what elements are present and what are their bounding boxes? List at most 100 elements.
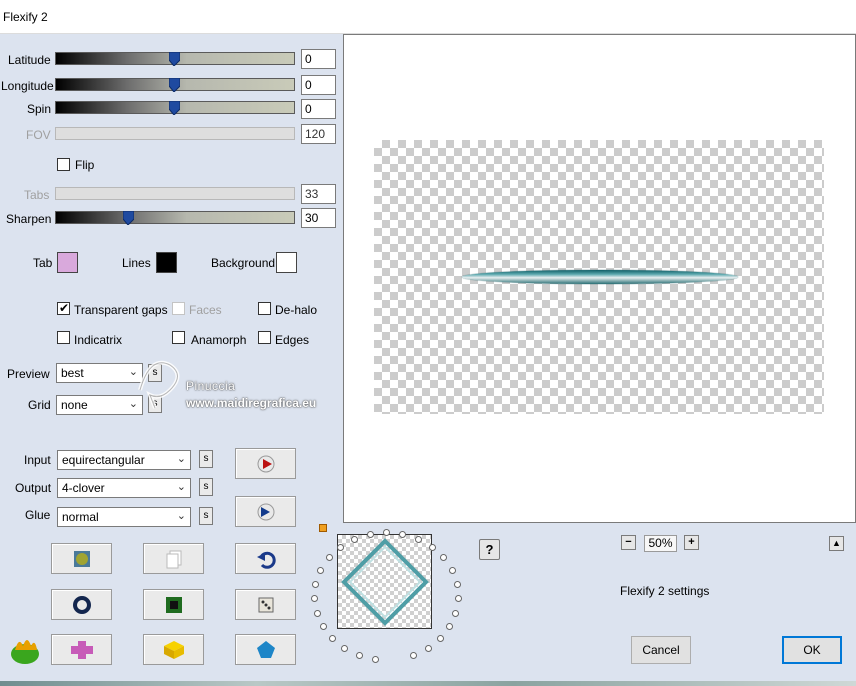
checkmark-icon: ✔ (59, 301, 70, 315)
sharpen-label: Sharpen (6, 212, 52, 226)
longitude-input[interactable]: 0 (301, 75, 336, 95)
frame-icon (165, 596, 182, 613)
latitude-input[interactable]: 0 (301, 49, 336, 69)
dice-blue-icon (257, 503, 274, 520)
dial-dot[interactable] (351, 535, 359, 543)
cross-button[interactable] (51, 634, 112, 665)
latitude-label: Latitude (8, 53, 51, 67)
random-input-button[interactable] (235, 448, 296, 479)
spin-slider[interactable] (55, 101, 295, 115)
randomize-button[interactable] (235, 589, 296, 620)
dial-dot[interactable] (311, 595, 319, 603)
dial-dot[interactable] (325, 554, 333, 562)
chevron-down-icon: ⌄ (176, 453, 186, 465)
dial-dot[interactable] (329, 635, 337, 643)
spin-input[interactable]: 0 (301, 99, 336, 119)
title-bar: Flexify 2 (0, 0, 856, 34)
longitude-slider-thumb[interactable] (169, 78, 180, 92)
random-output-button[interactable] (235, 496, 296, 527)
dial-dot[interactable] (454, 595, 462, 603)
dial-dot[interactable] (355, 652, 363, 660)
fov-label: FOV (26, 128, 51, 142)
output-projection-dropdown[interactable]: 4-clover ⌄ (57, 478, 191, 498)
watermark-url: www.maidiregrafica.eu (186, 396, 317, 410)
ok-button[interactable]: OK (782, 636, 842, 664)
dial-dot[interactable] (366, 530, 374, 538)
flip-checkbox[interactable] (57, 158, 70, 171)
dial-dot[interactable] (410, 652, 418, 660)
output-label: Output (15, 481, 52, 495)
dial-dot[interactable] (383, 529, 390, 536)
input-projection-dropdown[interactable]: equirectangular ⌄ (57, 450, 191, 470)
dial-dot[interactable] (317, 566, 325, 574)
undo-button[interactable] (235, 543, 296, 574)
rotation-dial[interactable] (305, 525, 470, 670)
anamorph-label: Anamorph (191, 333, 247, 347)
sharpen-slider[interactable] (55, 211, 295, 225)
dial-dot[interactable] (399, 530, 407, 538)
latitude-slider-thumb[interactable] (169, 52, 180, 66)
dial-dot[interactable] (424, 645, 432, 653)
background-color-label: Background (211, 256, 276, 270)
de-halo-checkbox[interactable] (258, 302, 271, 315)
tabs-label: Tabs (24, 188, 50, 202)
dial-dot[interactable] (452, 609, 460, 617)
dial-dot[interactable] (313, 609, 321, 617)
cube-button[interactable] (143, 634, 204, 665)
longitude-slider[interactable] (55, 78, 295, 92)
edges-checkbox[interactable] (258, 331, 271, 344)
transparent-gaps-label: Transparent gaps (74, 303, 168, 317)
sharpen-slider-thumb[interactable] (123, 211, 134, 225)
ring-button[interactable] (51, 589, 112, 620)
lines-color-swatch[interactable] (156, 252, 177, 273)
dial-dot[interactable] (414, 535, 422, 543)
dial-dot[interactable] (312, 580, 320, 588)
input-s-button[interactable]: s (199, 450, 213, 468)
transparent-gaps-checkbox[interactable]: ✔ (57, 301, 70, 315)
indicatrix-checkbox[interactable] (57, 331, 70, 344)
cross-icon (70, 640, 93, 659)
tab-color-swatch[interactable] (57, 252, 78, 273)
dial-dot[interactable] (319, 623, 327, 631)
dial-dot[interactable] (428, 543, 436, 551)
pentagon-icon (256, 640, 275, 658)
chevron-down-icon: ⌄ (176, 510, 186, 522)
spin-slider-thumb[interactable] (169, 101, 180, 115)
dial-dot[interactable] (341, 645, 349, 653)
dial-dot[interactable] (440, 554, 448, 562)
latitude-slider[interactable] (55, 52, 295, 66)
apply-image-button[interactable] (51, 543, 112, 574)
glue-s-button[interactable]: s (199, 507, 213, 525)
dial-dot[interactable] (446, 623, 454, 631)
pentagon-button[interactable] (235, 634, 296, 665)
de-halo-label: De-halo (275, 303, 318, 317)
sharpen-input[interactable]: 30 (301, 208, 336, 228)
window-title: Flexify 2 (3, 10, 48, 24)
dial-dot[interactable] (371, 656, 379, 664)
dial-dot[interactable] (453, 580, 461, 588)
faces-checkbox (172, 302, 185, 315)
cancel-button[interactable]: Cancel (631, 636, 691, 664)
dial-dot[interactable] (436, 635, 444, 643)
dial-dot[interactable] (448, 566, 456, 574)
dial-dot[interactable] (337, 543, 345, 551)
longitude-label: Longitude (1, 79, 54, 93)
ring-icon (72, 595, 91, 614)
watermark-name: Pinuccia (186, 379, 236, 393)
frame-button[interactable] (143, 589, 204, 620)
lines-color-label: Lines (122, 256, 151, 270)
chevron-down-icon: ⌄ (176, 481, 186, 493)
zoom-out-button[interactable]: − (621, 535, 636, 550)
settings-name: Flexify 2 settings (620, 584, 710, 598)
dice-red-icon (257, 455, 274, 472)
background-color-swatch[interactable] (276, 252, 297, 273)
tabs-input: 33 (301, 184, 336, 204)
glue-dropdown[interactable]: normal ⌄ (57, 507, 191, 527)
zoom-in-button[interactable]: + (684, 535, 699, 550)
help-button[interactable]: ? (479, 539, 500, 560)
collapse-button[interactable]: ▲ (829, 536, 844, 551)
output-s-button[interactable]: s (199, 478, 213, 496)
anamorph-checkbox[interactable] (172, 331, 185, 344)
input-projection-value: equirectangular (62, 453, 145, 467)
copy-button[interactable] (143, 543, 204, 574)
